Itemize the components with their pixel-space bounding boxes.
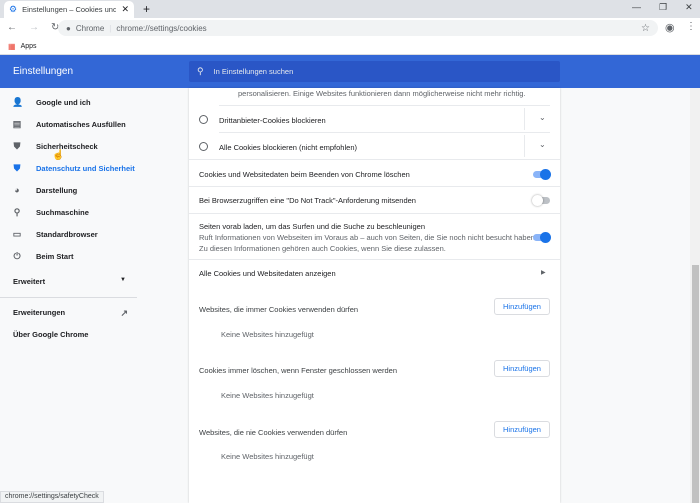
sidebar-item-label: Google und ich — [36, 98, 91, 107]
add-allow-button[interactable]: Hinzufügen — [494, 298, 550, 315]
radio-label: Alle Cookies blockieren (nicht empfohlen… — [219, 143, 357, 152]
forward-icon[interactable]: → — [29, 22, 39, 33]
external-link-icon: ↗ — [120, 308, 128, 318]
sidebar-item-search-engine[interactable]: ⚲ Suchmaschine — [12, 207, 89, 218]
shield-check-icon: ⛊ — [13, 141, 21, 151]
browser-icon: ▭ — [12, 229, 22, 239]
sidebar-extensions[interactable]: Erweiterungen ↗ — [13, 308, 128, 319]
gear-icon: ⚙ — [9, 4, 18, 14]
sidebar-item-label: Datenschutz und Sicherheit — [36, 164, 135, 173]
empty-list: Keine Websites hinzugefügt — [221, 452, 314, 461]
radio-third-party[interactable] — [199, 115, 208, 124]
radio-label: Drittanbieter-Cookies blockieren — [219, 116, 326, 125]
minimize-icon[interactable]: — — [632, 2, 641, 13]
apps-icon[interactable]: ▦ — [8, 42, 16, 51]
power-icon: ⏻ — [13, 251, 21, 261]
bookmark-apps[interactable]: Apps — [21, 43, 37, 50]
tab-title: Einstellungen – Cookies und and — [22, 5, 117, 14]
profile-icon[interactable]: ◉ — [665, 21, 675, 34]
caret-down-icon: ▼ — [120, 277, 126, 283]
preload-toggle[interactable] — [533, 232, 551, 243]
sidebar-item-label: Sicherheitscheck — [36, 142, 98, 151]
maximize-icon[interactable]: ❐ — [659, 2, 667, 13]
status-bar: chrome://settings/safetyCheck — [0, 491, 104, 503]
sidebar-advanced[interactable]: Erweitert ▼ — [13, 277, 126, 286]
do-not-track-toggle[interactable] — [532, 195, 550, 206]
toggle-sublabel: Zu diesen Informationen gehören auch Coo… — [199, 244, 446, 253]
search-icon: ⚲ — [197, 66, 204, 76]
back-icon[interactable]: ← — [7, 22, 17, 33]
close-icon[interactable]: ✕ — [121, 4, 129, 15]
add-clear-on-exit-button[interactable]: Hinzufügen — [494, 360, 550, 377]
sidebar-item-default-browser[interactable]: ▭ Standardbrowser — [12, 229, 98, 240]
shield-icon: ⛊ — [13, 163, 21, 173]
extensions-label: Erweiterungen — [13, 308, 66, 317]
tab-settings[interactable]: ⚙ Einstellungen – Cookies und and ✕ — [4, 1, 134, 18]
palette-icon: ◕ — [14, 185, 20, 195]
toggle-label: Bei Browserzugriffen eine "Do Not Track"… — [199, 196, 416, 205]
toggle-sublabel: Ruft Informationen von Webseiten im Vora… — [199, 233, 537, 242]
chevron-down-icon[interactable]: ⌄ — [539, 113, 546, 122]
sidebar-item-label: Suchmaschine — [36, 208, 89, 217]
new-tab-button[interactable]: + — [143, 2, 150, 16]
person-icon: 👤 — [12, 97, 24, 107]
toggle-label: Seiten vorab laden, um das Surfen und di… — [199, 222, 425, 231]
omnibox-site: Chrome — [75, 23, 105, 33]
bookmarks-bar: ▦ Apps — [0, 38, 700, 55]
empty-list: Keine Websites hinzugefügt — [221, 330, 314, 339]
sidebar-item-label: Darstellung — [36, 185, 78, 195]
chrome-icon: ● — [66, 23, 71, 33]
radio-block-all[interactable] — [199, 142, 208, 151]
sidebar-item-label: Automatisches Ausfüllen — [36, 120, 126, 129]
cookie-description: personalisieren. Einige Websites funktio… — [238, 89, 526, 98]
clipboard-icon: ▤ — [12, 119, 22, 129]
close-window-icon[interactable]: ✕ — [685, 2, 693, 13]
search-input[interactable]: ⚲ In Einstellungen suchen — [189, 61, 560, 82]
hand-cursor-icon: ☝ — [52, 150, 65, 161]
sidebar-item-autofill[interactable]: ▤ Automatisches Ausfüllen — [12, 119, 126, 130]
all-cookies-link[interactable]: Alle Cookies und Websitedaten anzeigen — [199, 269, 550, 278]
add-block-button[interactable]: Hinzufügen — [494, 421, 550, 438]
omnibox[interactable]: ● Chrome | chrome://settings/cookies ☆ — [58, 20, 658, 36]
sidebar-about[interactable]: Über Google Chrome — [13, 330, 88, 339]
menu-icon[interactable]: ⋮ — [686, 21, 696, 32]
omnibox-url: chrome://settings/cookies — [116, 23, 207, 33]
sidebar-item-privacy[interactable]: ⛊ Datenschutz und Sicherheit — [12, 163, 135, 174]
page-title: Einstellungen — [13, 66, 74, 77]
search-placeholder: In Einstellungen suchen — [213, 67, 294, 76]
arrow-right-icon: ▶ — [541, 270, 546, 276]
sidebar-item-label: Standardbrowser — [36, 230, 98, 239]
sidebar-item-google[interactable]: 👤 Google und ich — [12, 97, 91, 108]
divider — [0, 297, 137, 298]
chevron-down-icon[interactable]: ⌄ — [539, 140, 546, 149]
advanced-label: Erweitert — [13, 277, 46, 286]
search-icon: ⚲ — [13, 207, 21, 217]
sidebar-item-appearance[interactable]: ◕ Darstellung — [12, 185, 77, 195]
clear-on-exit-toggle[interactable] — [533, 169, 551, 180]
sidebar-item-on-startup[interactable]: ⏻ Beim Start — [12, 251, 74, 262]
empty-list: Keine Websites hinzugefügt — [221, 391, 314, 400]
toggle-label: Cookies und Websitedaten beim Beenden vo… — [199, 170, 410, 179]
cookies-card: personalisieren. Einige Websites funktio… — [189, 88, 560, 503]
star-icon[interactable]: ☆ — [641, 23, 650, 34]
scrollbar-thumb[interactable] — [692, 265, 699, 503]
sidebar-item-label: Beim Start — [36, 252, 74, 261]
